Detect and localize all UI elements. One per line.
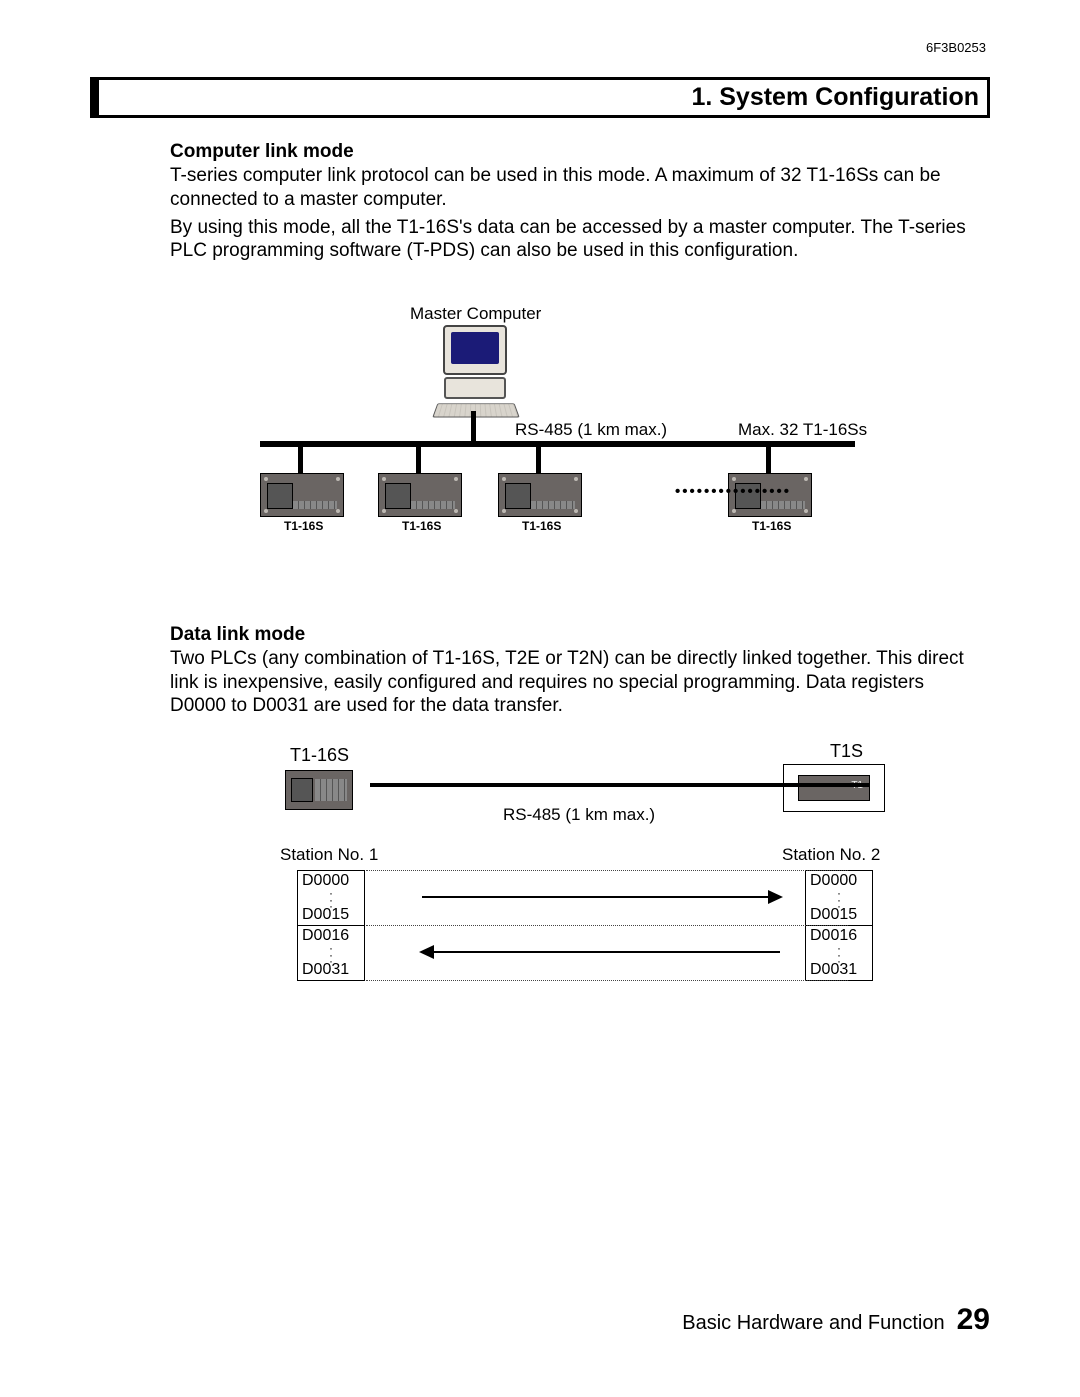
page-footer: Basic Hardware and Function 29 xyxy=(682,1303,990,1337)
max-units-label: Max. 32 T1-16Ss xyxy=(738,419,867,440)
register-divider-line xyxy=(366,925,848,926)
master-computer-label: Master Computer xyxy=(410,303,541,324)
register-divider-line xyxy=(366,870,848,871)
document-id: 6F3B0253 xyxy=(90,40,990,55)
page-number: 29 xyxy=(957,1303,990,1337)
computer-link-heading: Computer link mode xyxy=(170,140,980,164)
register-divider-line xyxy=(366,980,848,981)
left-plc-icon xyxy=(285,770,353,810)
station-2-label: Station No. 2 xyxy=(782,844,880,865)
left-plc-label: T1-16S xyxy=(290,744,349,767)
data-link-paragraph-1: Two PLCs (any combination of T1-16S, T2E… xyxy=(170,647,980,718)
rs485-bus-label: RS-485 (1 km max.) xyxy=(515,419,667,440)
reg-value: D0015 xyxy=(810,905,857,925)
data-link-diagram: T1-16S T1S T1 RS-485 (1 km max.) Station… xyxy=(170,744,980,1014)
reg-value: D0016 xyxy=(810,926,857,946)
reg-value: D0016 xyxy=(302,926,349,946)
plc-unit-1 xyxy=(260,473,344,517)
transfer-arrow-right xyxy=(422,896,780,898)
reg-value: D0031 xyxy=(810,960,857,980)
plc-label-3: T1-16S xyxy=(522,519,561,534)
plc-label-2: T1-16S xyxy=(402,519,441,534)
footer-text: Basic Hardware and Function xyxy=(682,1312,944,1335)
station-1-registers: D0000 ··· D0015 D0016 ··· D0031 xyxy=(297,870,365,981)
reg-value: D0000 xyxy=(302,871,349,891)
master-computer-icon xyxy=(435,325,515,418)
reg-value: D0015 xyxy=(302,905,349,925)
plc-label-4: T1-16S xyxy=(752,519,791,534)
plc-unit-2 xyxy=(378,473,462,517)
computer-link-paragraph-1: T-series computer link protocol can be u… xyxy=(170,164,980,212)
data-link-heading: Data link mode xyxy=(170,623,980,647)
reg-value: D0000 xyxy=(810,871,857,891)
plc-unit-3 xyxy=(498,473,582,517)
right-plc-icon: T1 xyxy=(783,764,885,812)
station-1-label: Station No. 1 xyxy=(280,844,378,865)
computer-link-diagram: Master Computer RS-485 (1 km max.) Max. … xyxy=(170,303,980,583)
plc-label-1: T1-16S xyxy=(284,519,323,534)
data-link-bus-line xyxy=(370,783,870,787)
computer-link-paragraph-2: By using this mode, all the T1-16S's dat… xyxy=(170,216,980,264)
transfer-arrow-left xyxy=(422,951,780,953)
ellipsis-icon: •••••••••••••••• xyxy=(675,483,791,502)
data-link-bus-label: RS-485 (1 km max.) xyxy=(503,804,655,825)
reg-value: D0031 xyxy=(302,960,349,980)
section-title-bar: 1. System Configuration xyxy=(90,77,990,118)
right-plc-label: T1S xyxy=(830,740,863,763)
